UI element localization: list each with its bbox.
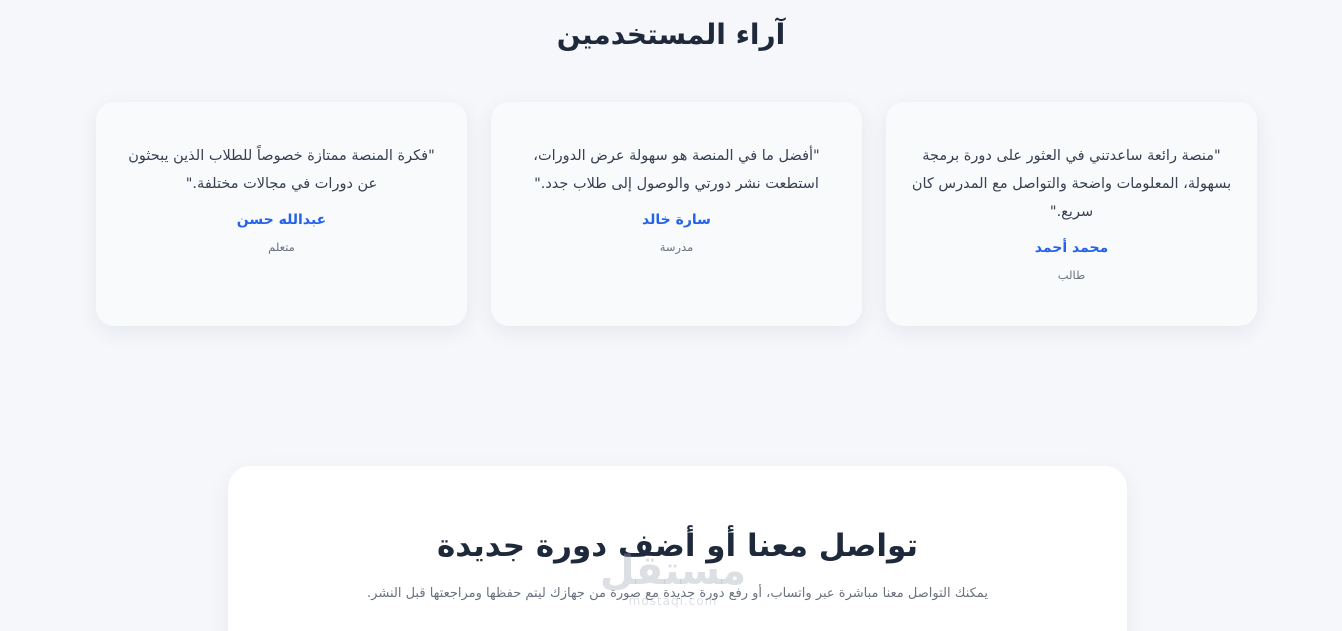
contact-title: تواصل معنا أو أضف دورة جديدة (436, 528, 919, 564)
testimonials-list: "منصة رائعة ساعدتني في العثور على دورة ب… (96, 102, 1257, 326)
testimonial-quote: "أفضل ما في المنصة هو سهولة عرض الدورات،… (533, 148, 820, 192)
testimonial-card: "أفضل ما في المنصة هو سهولة عرض الدورات،… (491, 102, 862, 326)
contact-description: يمكنك التواصل معنا مباشرة عبر واتساب، أو… (367, 586, 988, 601)
testimonial-author: محمد أحمد (1034, 240, 1109, 256)
testimonial-role: متعلم (268, 240, 295, 254)
testimonial-card: "فكرة المنصة ممتازة خصوصاً للطلاب الذين … (96, 102, 467, 326)
testimonial-card: "منصة رائعة ساعدتني في العثور على دورة ب… (886, 102, 1257, 326)
page: آراء المستخدمين "منصة رائعة ساعدتني في ا… (0, 0, 1342, 631)
testimonial-author: سارة خالد (642, 212, 711, 228)
testimonial-author: عبدالله حسن (236, 212, 327, 228)
contact-section: تواصل معنا أو أضف دورة جديدة يمكنك التوا… (228, 466, 1127, 631)
testimonial-role: طالب (1057, 268, 1086, 282)
testimonial-quote: "منصة رائعة ساعدتني في العثور على دورة ب… (911, 148, 1232, 220)
testimonial-role: مدرسة (659, 240, 694, 254)
testimonials-title: آراء المستخدمين (556, 18, 786, 51)
testimonial-quote: "فكرة المنصة ممتازة خصوصاً للطلاب الذين … (128, 148, 435, 192)
